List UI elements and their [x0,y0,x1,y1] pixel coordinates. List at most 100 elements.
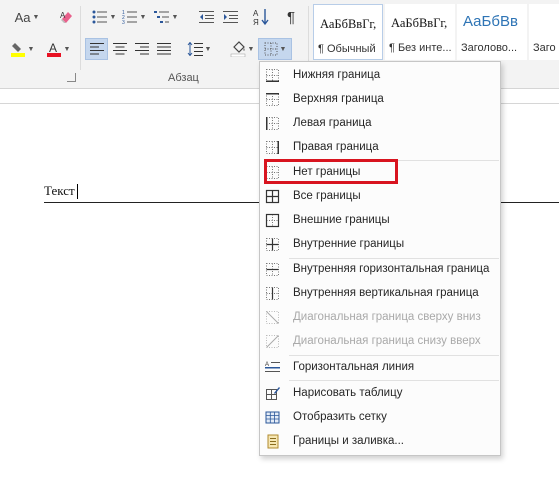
align-left-button[interactable] [85,38,108,60]
align-left-icon [89,43,104,55]
borders-dropdown-menu: Нижняя граница Верхняя граница Левая гра… [259,61,501,456]
align-center-button[interactable] [109,38,131,60]
menu-separator [289,380,499,381]
style-no-spacing[interactable]: АаБбВвГг, ¶ Без инте... [385,4,455,60]
inside-borders-icon [265,237,280,252]
style-normal[interactable]: АаБбВвГг, ¶ Обычный [313,4,383,60]
pilcrow-icon: ¶ [286,8,296,26]
menu-item-horizontal-line[interactable]: A Горизонтальная линия [260,357,500,379]
chevron-down-icon: ▼ [279,45,287,53]
menu-item-label: Отобразить сетку [293,411,387,423]
menu-item-label: Границы и заливка... [293,435,404,447]
line-spacing-button[interactable]: ▼ [183,38,215,60]
horizontal-line-icon: A [265,360,280,375]
sort-icon: АЯ [253,9,269,26]
top-border-icon [265,92,280,107]
borders-button[interactable]: ▼ [258,38,292,60]
chevron-down-icon: ▼ [32,13,40,21]
diagonal-up-border-icon [265,334,280,349]
menu-separator [289,355,499,356]
menu-item-top-border[interactable]: Верхняя граница [260,89,500,111]
view-gridlines-icon [265,410,280,425]
menu-item-label: Левая граница [293,117,372,129]
document-text[interactable]: Текст [44,183,75,199]
multilevel-list-icon [153,11,169,23]
bullets-icon [92,10,107,24]
paragraph-group-label: Абзац [168,72,199,84]
decrease-indent-icon [199,11,214,23]
style-heading-2[interactable]: Заго [529,4,559,60]
line-spacing-icon [187,42,203,56]
menu-item-inside-borders[interactable]: Внутренние границы [260,234,500,256]
menu-item-diagonal-down-border: Диагональная граница сверху вниз [260,307,500,329]
style-name: ¶ Без инте... [389,42,452,54]
menu-item-outside-borders[interactable]: Внешние границы [260,210,500,232]
menu-item-label: Нижняя граница [293,69,381,81]
chevron-down-icon: ▼ [204,45,212,53]
bottom-border-icon [265,68,280,83]
menu-item-label: Диагональная граница сверху вниз [293,311,481,323]
menu-item-draw-table[interactable]: Нарисовать таблицу [260,383,500,405]
multilevel-list-button[interactable]: ▼ [150,6,182,28]
inside-horizontal-border-icon [265,262,280,277]
svg-text:A: A [49,41,57,55]
svg-text:A: A [60,11,66,20]
justify-icon [157,43,171,55]
change-case-button[interactable]: Aa ▼ [10,6,44,28]
menu-item-label: Горизонтальная линия [293,361,415,373]
svg-text:Я: Я [253,18,259,26]
align-right-button[interactable] [131,38,153,60]
menu-item-diagonal-up-border: Диагональная граница снизу вверх [260,331,500,353]
numbering-button[interactable]: 123 ▼ [118,6,150,28]
highlight-frame [264,159,398,184]
font-dialog-launcher[interactable] [67,73,76,82]
menu-item-label: Внутренние границы [293,238,405,250]
change-case-label: Aa [14,9,31,25]
menu-item-all-borders[interactable]: Все границы [260,186,500,208]
chevron-down-icon: ▼ [171,13,179,21]
chevron-down-icon: ▼ [247,45,255,53]
style-sample: АаБбВвГг, [320,17,377,31]
menu-item-inside-vertical-border[interactable]: Внутренняя вертикальная граница [260,283,500,305]
inside-vertical-border-icon [265,286,280,301]
diagonal-down-border-icon [265,310,280,325]
font-color-button[interactable]: A ▼ [42,38,74,60]
text-cursor [77,184,78,199]
show-formatting-marks-button[interactable]: ¶ [280,6,302,28]
eraser-icon: A [60,11,72,23]
shading-button[interactable]: ▼ [226,38,258,60]
menu-item-label: Нарисовать таблицу [293,387,403,399]
menu-item-view-gridlines[interactable]: Отобразить сетку [260,407,500,429]
bullets-button[interactable]: ▼ [88,6,120,28]
increase-indent-button[interactable] [220,6,242,28]
chevron-down-icon: ▼ [63,45,71,53]
menu-item-label: Верхняя граница [293,93,384,105]
menu-item-right-border[interactable]: Правая граница [260,137,500,159]
chevron-down-icon: ▼ [139,13,147,21]
paint-bucket-icon [230,41,245,57]
borders-icon [264,42,278,56]
group-separator [80,6,81,70]
highlighter-icon [10,43,25,57]
menu-item-label: Внешние границы [293,214,390,226]
justify-button[interactable] [153,38,175,60]
menu-item-borders-and-shading[interactable]: Границы и заливка... [260,431,500,453]
menu-item-label: Внутренняя вертикальная граница [293,287,479,299]
left-border-icon [265,116,280,131]
style-sample: АаБбВвГг, [391,16,448,30]
sort-button[interactable]: АЯ [250,6,272,28]
clear-formatting-button[interactable]: A [56,6,78,28]
all-borders-icon [265,189,280,204]
menu-item-left-border[interactable]: Левая граница [260,113,500,135]
style-heading-1[interactable]: АаБбВв Заголово... [457,4,527,60]
menu-item-label: Правая граница [293,141,379,153]
menu-item-label: Все границы [293,190,361,202]
increase-indent-icon [223,11,238,23]
decrease-indent-button[interactable] [196,6,218,28]
style-sample: АаБбВв [463,13,518,30]
menu-item-inside-horizontal-border[interactable]: Внутренняя горизонтальная граница [260,259,500,281]
borders-shading-icon [265,434,280,449]
menu-item-bottom-border[interactable]: Нижняя граница [260,65,500,87]
highlight-color-button[interactable]: ▼ [6,38,38,60]
draw-table-icon [265,386,280,401]
